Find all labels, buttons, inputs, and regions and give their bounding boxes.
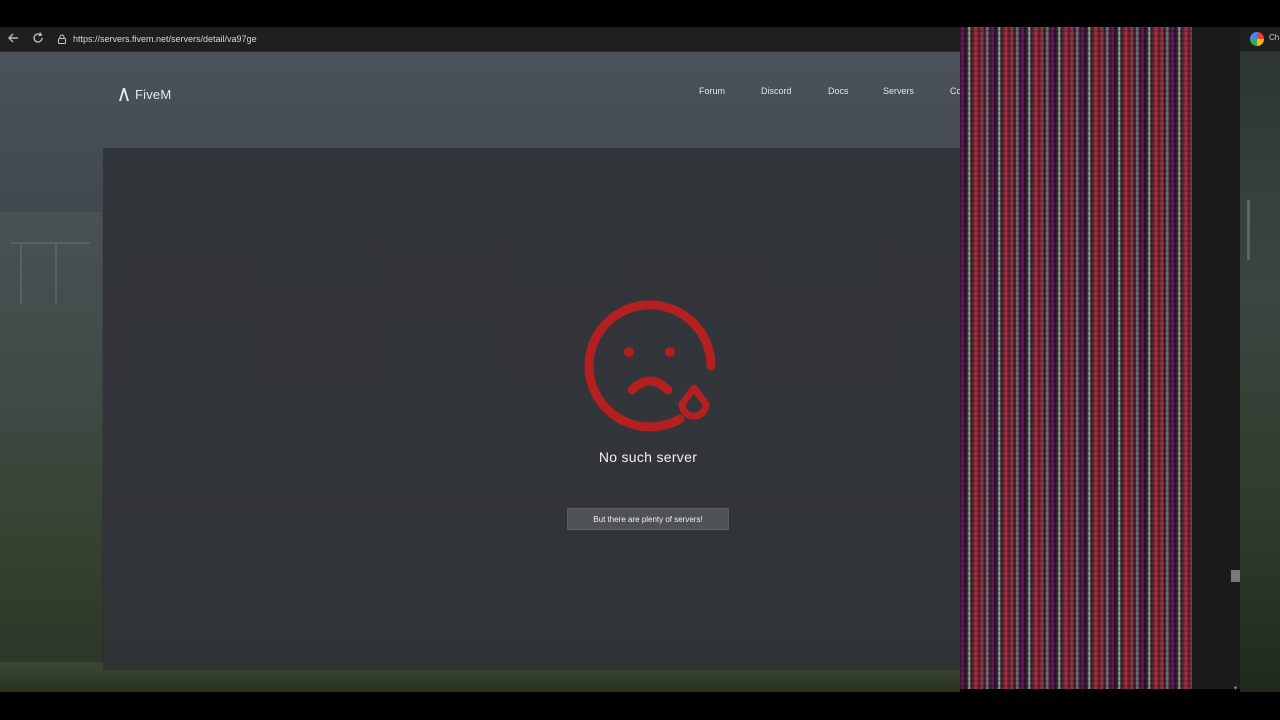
logo[interactable]: FiveM	[118, 84, 171, 104]
page-viewport: FiveM Forum Discord Docs Servers Co No s…	[0, 52, 960, 692]
reload-icon	[33, 32, 43, 43]
fivem-logo-icon	[119, 88, 129, 101]
scrollbar-thumb[interactable]	[1231, 570, 1240, 582]
background-window-tab[interactable]: Ch	[1240, 27, 1280, 51]
sad-face-icon	[584, 300, 716, 432]
site-info-icon[interactable]	[57, 34, 67, 44]
scrollbar-track[interactable]	[1192, 27, 1240, 689]
background-window-tab-label: Ch	[1269, 33, 1280, 42]
error-title: No such server	[598, 449, 698, 465]
nav-servers[interactable]: Servers	[883, 86, 914, 96]
letterbox-bottom	[0, 692, 1280, 720]
nav-forum[interactable]: Forum	[699, 86, 725, 96]
site-header: FiveM Forum Discord Docs Servers Co	[0, 52, 960, 148]
glitch-overlay-panel	[960, 27, 1192, 689]
error-card: No such server But there are plenty of s…	[103, 148, 960, 670]
nav-co[interactable]: Co	[950, 86, 960, 96]
copilot-icon	[1250, 32, 1264, 46]
nav-discord[interactable]: Discord	[761, 86, 792, 96]
letterbox-top	[0, 0, 1280, 27]
logo-text: FiveM	[135, 86, 172, 102]
background-pole	[1247, 200, 1250, 260]
back-button[interactable]	[5, 31, 21, 47]
background-window	[1240, 27, 1280, 692]
address-bar[interactable]: https://servers.fivem.net/servers/detail…	[52, 30, 957, 48]
nav-docs[interactable]: Docs	[828, 86, 849, 96]
reload-button[interactable]	[30, 31, 46, 47]
background-crane	[10, 242, 90, 304]
arrow-left-icon	[8, 33, 18, 43]
browser-toolbar: https://servers.fivem.net/servers/detail…	[0, 27, 960, 52]
url-text: https://servers.fivem.net/servers/detail…	[73, 34, 257, 44]
browse-servers-button[interactable]: But there are plenty of servers!	[567, 508, 729, 530]
